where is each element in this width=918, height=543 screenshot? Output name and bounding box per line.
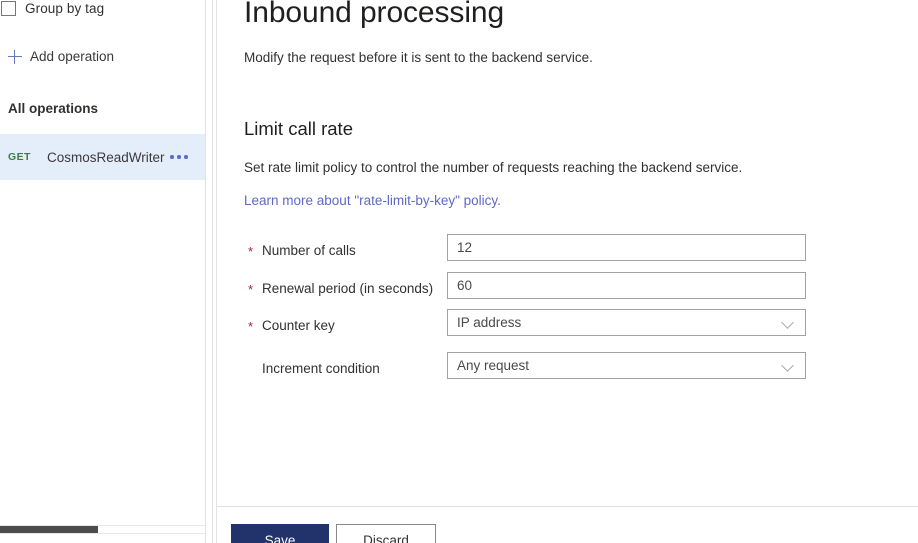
plus-icon xyxy=(8,49,22,64)
section-title-limit-call-rate: Limit call rate xyxy=(244,118,353,139)
add-operation-label: Add operation xyxy=(30,49,115,64)
ellipsis-dot xyxy=(170,155,174,159)
section-description: Set rate limit policy to control the num… xyxy=(244,160,743,175)
group-by-tag-checkbox-row[interactable]: Group by tag xyxy=(0,0,104,20)
operation-name-label: CosmosReadWriter xyxy=(47,149,165,165)
page-title: Inbound processing xyxy=(244,0,505,29)
required-indicator: * xyxy=(248,282,254,297)
more-options-icon[interactable] xyxy=(170,155,188,159)
inbound-processing-screen: Group by tag Add operation All operation… xyxy=(0,0,918,543)
select-counter-key-value: IP address xyxy=(457,315,522,330)
input-number-of-calls-value: 12 xyxy=(457,240,473,255)
field-row-counter-key: * Counter key IP address xyxy=(217,309,918,355)
sidebar-item-cosmosreadwriter[interactable]: GET CosmosReadWriter xyxy=(0,134,205,180)
input-renewal-period-value: 60 xyxy=(457,278,473,293)
group-by-tag-label: Group by tag xyxy=(25,0,105,16)
sidebar-vertical-scrollbar[interactable] xyxy=(205,0,213,543)
ellipsis-dot xyxy=(177,155,181,159)
input-renewal-period[interactable]: 60 xyxy=(447,272,806,299)
bottom-divider xyxy=(217,506,918,507)
discard-button[interactable]: Discard xyxy=(336,524,436,543)
save-button[interactable]: Save xyxy=(231,524,329,543)
sidebar-horizontal-scrollbar-thumb[interactable] xyxy=(0,526,98,533)
label-renewal-period: Renewal period (in seconds) xyxy=(262,281,434,296)
input-number-of-calls[interactable]: 12 xyxy=(447,234,806,261)
chevron-down-icon xyxy=(783,317,794,328)
ellipsis-dot xyxy=(184,155,188,159)
select-increment-condition[interactable]: Any request xyxy=(447,352,806,379)
field-row-increment-condition: Increment condition Any request xyxy=(217,352,918,398)
required-indicator: * xyxy=(248,319,254,334)
http-method-badge: GET xyxy=(8,151,31,163)
all-operations-heading: All operations xyxy=(8,101,99,116)
inbound-processing-panel: Inbound processing Modify the request be… xyxy=(216,0,918,543)
group-by-tag-checkbox[interactable] xyxy=(1,0,16,16)
chevron-down-icon xyxy=(783,360,794,371)
operations-sidebar: Group by tag Add operation All operation… xyxy=(0,0,205,543)
label-counter-key: Counter key xyxy=(262,318,335,333)
label-increment-condition: Increment condition xyxy=(262,361,380,376)
select-increment-condition-value: Any request xyxy=(457,358,530,373)
label-number-of-calls: Number of calls xyxy=(262,243,356,258)
learn-more-link[interactable]: Learn more about "rate-limit-by-key" pol… xyxy=(244,193,501,208)
page-subtitle: Modify the request before it is sent to … xyxy=(244,50,593,65)
add-operation-button[interactable]: Add operation xyxy=(8,49,114,64)
select-counter-key[interactable]: IP address xyxy=(447,309,806,336)
required-indicator: * xyxy=(248,244,254,259)
